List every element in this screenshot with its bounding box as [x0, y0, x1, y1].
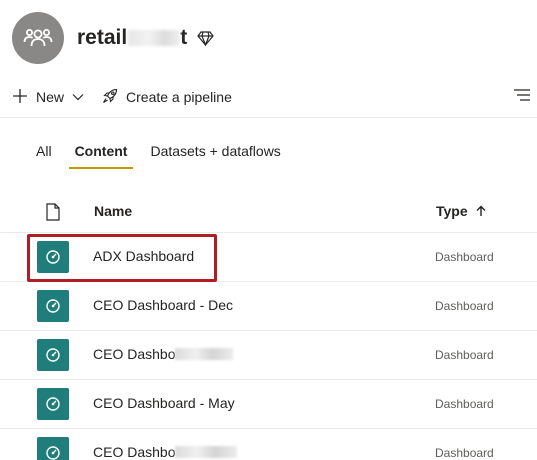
table-row[interactable]: ADX Dashboard Dashboard — [0, 233, 537, 282]
people-group-icon — [12, 12, 64, 64]
create-pipeline-button[interactable]: Create a pipeline — [102, 88, 232, 107]
row-name-text: CEO Dashbo — [93, 444, 176, 460]
dashboard-icon — [37, 388, 69, 420]
tab-datasets-dataflows[interactable]: Datasets + dataflows — [150, 143, 280, 169]
filter-lines-icon[interactable] — [513, 88, 531, 107]
table-row[interactable]: CEO Dashbo Dashboard — [0, 429, 537, 460]
row-type: Dashboard — [435, 397, 494, 411]
workspace-title-text: retail — [77, 26, 128, 49]
dashboard-icon — [37, 290, 69, 322]
row-name[interactable]: CEO Dashboard - May — [93, 395, 235, 411]
workspace-title: retail t — [77, 26, 214, 50]
diamond-icon — [197, 30, 214, 46]
row-name[interactable]: ADX Dashboard — [93, 248, 194, 264]
row-name[interactable]: CEO Dashbo — [93, 444, 238, 460]
sort-ascending-icon — [476, 205, 486, 217]
column-header-type-label: Type — [436, 203, 468, 219]
row-type: Dashboard — [435, 299, 494, 313]
redacted-text — [175, 348, 234, 360]
column-header-name[interactable]: Name — [94, 203, 132, 219]
redacted-text — [175, 446, 238, 458]
workspace-header: retail t — [12, 12, 214, 64]
row-type: Dashboard — [435, 250, 494, 264]
new-button[interactable]: New — [12, 88, 84, 107]
row-type: Dashboard — [435, 446, 494, 460]
new-button-label: New — [36, 89, 65, 105]
dashboard-icon — [37, 339, 69, 371]
rocket-icon — [102, 88, 118, 107]
document-icon — [45, 203, 61, 224]
table-header: Name Type — [0, 190, 537, 233]
table-row[interactable]: CEO Dashboard - May Dashboard — [0, 380, 537, 429]
tab-all[interactable]: All — [36, 143, 52, 169]
content-table: Name Type ADX Dashboard Dashboard CEO Da… — [0, 190, 537, 460]
chevron-down-icon — [72, 93, 84, 101]
dashboard-icon — [37, 241, 69, 273]
tab-content[interactable]: Content — [68, 143, 134, 169]
workspace-title-tail: t — [180, 26, 188, 49]
column-header-type[interactable]: Type — [436, 203, 486, 219]
row-type: Dashboard — [435, 348, 494, 362]
row-name[interactable]: CEO Dashboard - Dec — [93, 297, 233, 313]
dashboard-icon — [37, 437, 69, 460]
create-pipeline-label: Create a pipeline — [126, 89, 232, 105]
table-row[interactable]: CEO Dashboard - Dec Dashboard — [0, 282, 537, 331]
workspace-page: retail t New Create a pipeline All Conte… — [0, 0, 537, 460]
row-name[interactable]: CEO Dashbo — [93, 346, 234, 362]
table-row[interactable]: CEO Dashbo Dashboard — [0, 331, 537, 380]
toolbar-divider — [0, 117, 537, 118]
plus-icon — [12, 88, 28, 107]
row-name-text: CEO Dashbo — [93, 346, 176, 362]
content-tabs: All Content Datasets + dataflows — [36, 143, 304, 169]
workspace-toolbar: New Create a pipeline — [12, 84, 537, 110]
redacted-text — [128, 30, 181, 46]
